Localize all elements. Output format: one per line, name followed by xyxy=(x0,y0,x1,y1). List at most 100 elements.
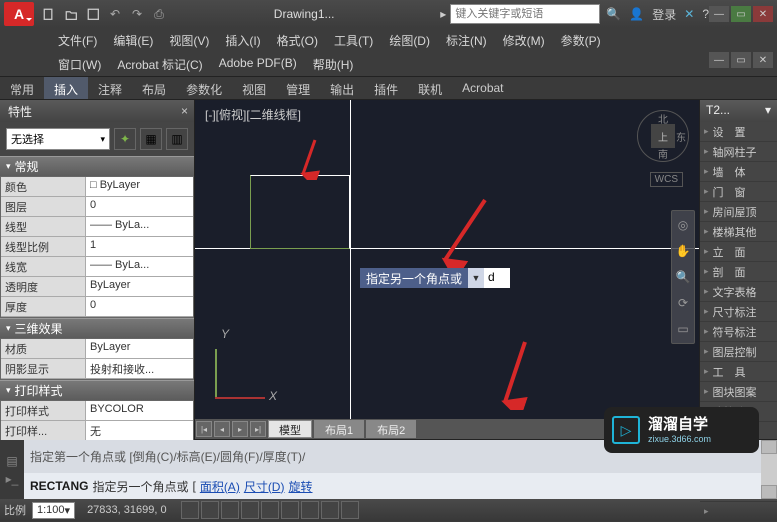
prop-row[interactable]: 打印样式BYCOLOR xyxy=(1,401,193,421)
menu-adobe-pdf[interactable]: Adobe PDF(B) xyxy=(211,52,305,76)
cmd-opt-rotate[interactable]: 旋转 xyxy=(288,478,312,495)
ribbon-tab-8[interactable]: 插件 xyxy=(364,77,408,99)
cmd-scroll-up[interactable] xyxy=(761,440,777,454)
cmd-input-icon[interactable]: ▸_ xyxy=(6,472,19,486)
viewcube-face[interactable]: 上 xyxy=(651,124,675,148)
prop-row[interactable]: 线型比例1 xyxy=(1,237,193,257)
menu-dim[interactable]: 标注(N) xyxy=(438,28,495,52)
ribbon-tab-3[interactable]: 布局 xyxy=(132,77,176,99)
ribbon-tab-5[interactable]: 视图 xyxy=(232,77,276,99)
ribbon-tab-2[interactable]: 注释 xyxy=(88,77,132,99)
menu-draw[interactable]: 绘图(D) xyxy=(381,28,438,52)
right-panel-item[interactable]: 设 置 xyxy=(700,122,777,142)
restore-button[interactable]: ▭ xyxy=(731,6,751,22)
cmd-history-icon[interactable]: ▤ xyxy=(6,454,17,468)
right-panel-item[interactable]: 剖 面 xyxy=(700,262,777,282)
right-panel-item[interactable] xyxy=(700,502,777,522)
lw-toggle[interactable] xyxy=(321,501,339,519)
cmd-opt-dim[interactable]: 尺寸(D) xyxy=(244,478,285,495)
viewport-caption[interactable]: [-][俯视][二维线框] xyxy=(205,106,301,123)
category-plot[interactable]: 打印样式 xyxy=(0,380,194,400)
prop-row[interactable]: 打印样...无 xyxy=(1,421,193,441)
tab-layout1[interactable]: 布局1 xyxy=(314,420,364,438)
scale-combo[interactable]: 1:100 ▾ xyxy=(32,502,75,519)
quick-select-button[interactable]: ✦ xyxy=(114,128,136,150)
right-panel-item[interactable]: 楼梯其他 xyxy=(700,222,777,242)
prop-row[interactable]: 线型—— ByLa... xyxy=(1,217,193,237)
menu-insert[interactable]: 插入(I) xyxy=(217,28,268,52)
tab-next-button[interactable]: ▸ xyxy=(232,421,248,437)
wcs-label[interactable]: WCS xyxy=(650,172,683,187)
tab-last-button[interactable]: ▸| xyxy=(250,421,266,437)
qprops-toggle[interactable] xyxy=(341,501,359,519)
prop-value[interactable]: ByLayer xyxy=(86,277,193,297)
ribbon-tab-7[interactable]: 输出 xyxy=(320,77,364,99)
tab-model[interactable]: 模型 xyxy=(268,420,312,438)
qat-redo-icon[interactable]: ↷ xyxy=(128,5,146,23)
tab-layout2[interactable]: 布局2 xyxy=(366,420,416,438)
cmd-opt-area[interactable]: 面积(A) xyxy=(200,478,240,495)
help-icon[interactable]: ? xyxy=(702,7,709,21)
command-line[interactable]: RECTANG 指定另一个角点或 [ 面积(A) 尺寸(D) 旋转 xyxy=(24,473,761,499)
ribbon-tab-6[interactable]: 管理 xyxy=(276,77,320,99)
prop-value[interactable]: BYCOLOR xyxy=(86,401,193,421)
zoom-icon[interactable]: 🔍 xyxy=(675,269,691,285)
right-panel-item[interactable]: 工 具 xyxy=(700,362,777,382)
category-general[interactable]: 常规 xyxy=(0,156,194,176)
prop-value[interactable]: ByLayer xyxy=(86,339,193,359)
tab-first-button[interactable]: |◂ xyxy=(196,421,212,437)
cmd-scroll-down[interactable] xyxy=(761,485,777,499)
ribbon-tab-10[interactable]: Acrobat xyxy=(452,77,513,99)
exchange-icon[interactable]: ✕ xyxy=(684,7,694,21)
grid-toggle[interactable] xyxy=(201,501,219,519)
menu-tools[interactable]: 工具(T) xyxy=(326,28,381,52)
qat-undo-icon[interactable]: ↶ xyxy=(106,5,124,23)
menu-format[interactable]: 格式(O) xyxy=(269,28,326,52)
prop-row[interactable]: 阴影显示投射和接收... xyxy=(1,359,193,379)
right-panel-item[interactable]: 文字表格 xyxy=(700,282,777,302)
ortho-toggle[interactable] xyxy=(221,501,239,519)
menu-window[interactable]: 窗口(W) xyxy=(50,52,109,76)
prop-row[interactable]: 材质ByLayer xyxy=(1,339,193,359)
dynamic-options-icon[interactable]: ▼ xyxy=(468,268,484,288)
pan-icon[interactable]: ✋ xyxy=(675,243,691,259)
ribbon-tab-1[interactable]: 插入 xyxy=(44,77,88,99)
prop-row[interactable]: 线宽—— ByLa... xyxy=(1,257,193,277)
right-panel-item[interactable]: 轴网柱子 xyxy=(700,142,777,162)
prop-value[interactable]: 0 xyxy=(86,197,193,217)
right-panel-item[interactable]: 立 面 xyxy=(700,242,777,262)
otrack-toggle[interactable] xyxy=(281,501,299,519)
prop-value[interactable]: —— ByLa... xyxy=(86,257,193,277)
polar-toggle[interactable] xyxy=(241,501,259,519)
login-icon[interactable]: 👤 xyxy=(629,7,644,21)
prop-row[interactable]: 厚度0 xyxy=(1,297,193,317)
prop-row[interactable]: 颜色□ ByLayer xyxy=(1,177,193,197)
selection-combo[interactable]: 无选择▾ xyxy=(6,128,110,150)
doc-minimize-button[interactable]: — xyxy=(709,52,729,68)
qat-new-icon[interactable] xyxy=(40,5,58,23)
ribbon-tab-0[interactable]: 常用 xyxy=(0,77,44,99)
right-panel-item[interactable]: 门 窗 xyxy=(700,182,777,202)
osnap-toggle[interactable] xyxy=(261,501,279,519)
steering-wheel-icon[interactable]: ◎ xyxy=(675,217,691,233)
right-panel-tab[interactable]: T2...▾ xyxy=(700,100,777,122)
prop-value[interactable]: □ ByLayer xyxy=(86,177,193,197)
tab-prev-button[interactable]: ◂ xyxy=(214,421,230,437)
ribbon-tab-9[interactable]: 联机 xyxy=(408,77,452,99)
app-logo[interactable]: A xyxy=(4,2,34,26)
viewcube[interactable]: 北 东 南 上 xyxy=(637,110,689,162)
right-panel-item[interactable]: 房间屋顶 xyxy=(700,202,777,222)
prop-row[interactable]: 透明度ByLayer xyxy=(1,277,193,297)
menu-help[interactable]: 帮助(H) xyxy=(305,52,362,76)
select-objects-button[interactable]: ▦ xyxy=(140,128,162,150)
prop-value[interactable]: 0 xyxy=(86,297,193,317)
qat-save-icon[interactable] xyxy=(84,5,102,23)
snap-toggle[interactable] xyxy=(181,501,199,519)
prop-value[interactable]: 1 xyxy=(86,237,193,257)
login-label[interactable]: 登录 xyxy=(652,6,676,23)
right-panel-item[interactable]: 符号标注 xyxy=(700,322,777,342)
doc-close-button[interactable]: ✕ xyxy=(753,52,773,68)
showmotion-icon[interactable]: ▭ xyxy=(675,321,691,337)
right-panel-item[interactable]: 图层控制 xyxy=(700,342,777,362)
orbit-icon[interactable]: ⟳ xyxy=(675,295,691,311)
